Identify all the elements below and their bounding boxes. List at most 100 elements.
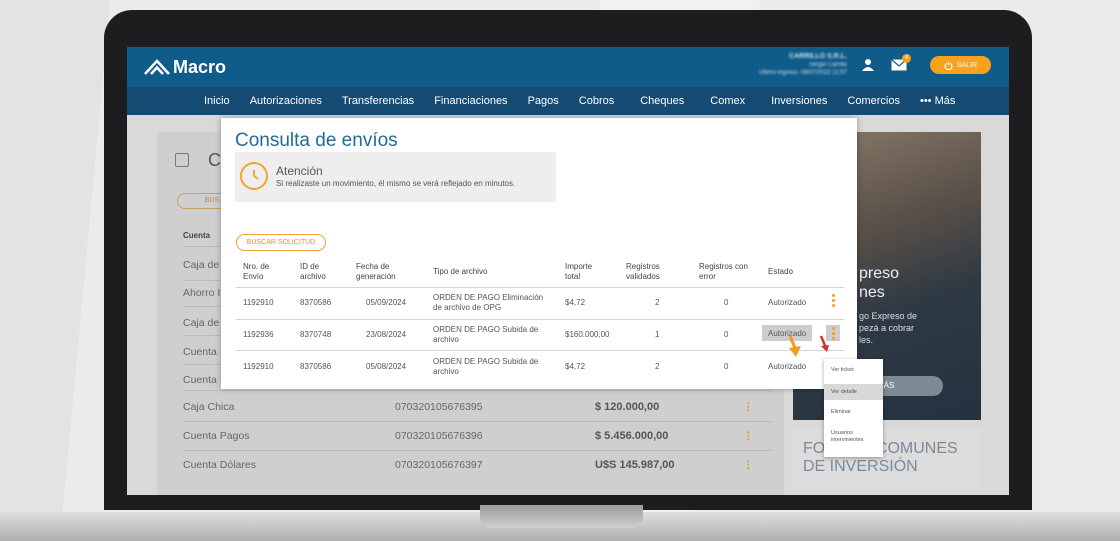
divider [183,450,773,451]
account-number: 070320105676395 [395,401,483,413]
nav-item-comex[interactable]: Comex [710,95,745,107]
user-subname: Sergio Carrillo [808,62,847,68]
account-name: Cuenta Dólares [183,459,256,471]
col-header-fecha: Fecha de generación [356,262,396,281]
menu-item-ver-ticket[interactable]: Ver ticket [824,367,883,374]
alert-box: Atención Si realizaste un movimiento, él… [235,152,556,202]
promo-text-line: go Expreso de [859,311,918,321]
nav-item-inversiones[interactable]: Inversiones [771,95,827,107]
kebab-menu-icon[interactable]: ⋮ [743,401,754,413]
promo-text-line: les. [859,335,874,345]
divider [236,319,844,320]
nav-item-autorizaciones[interactable]: Autorizaciones [250,95,322,107]
logo-text: Macro [173,56,227,77]
cell-nro: 1192936 [243,330,274,339]
macro-logo-icon [144,59,170,75]
kebab-menu-icon[interactable]: ⋮ [743,430,754,442]
arrow-head-icon [789,346,801,357]
logout-label: SALIR [956,61,978,69]
divider [183,421,773,422]
promo-title-line: nes [859,284,885,301]
cell-id: 8370586 [300,298,332,307]
col-header-id: ID de archivo [300,262,326,281]
nav-item-transferencias[interactable]: Transferencias [342,95,414,107]
promo-text-line: pezá a cobrar [859,323,915,333]
modal-title: Consulta de envíos [235,130,398,151]
document-icon [175,153,189,167]
cell-fecha: 05/09/2024 [366,298,407,307]
cell-errores: 0 [724,298,729,307]
buscar-solicitud-button[interactable]: BUSCAR SOLICITUD [236,234,326,251]
kebab-menu-icon[interactable]: ⋮ [743,459,754,471]
cell-id: 8370586 [300,362,332,371]
account-balance: $ 5.456.000,00 [595,430,669,442]
promo-text: go Expreso de pezá a cobrar les. [859,310,917,346]
col-header-tipo: Tipo de archivo [433,267,488,276]
cell-errores: 0 [724,330,729,339]
fondos-title-line: DE INVERSIÓN [803,458,918,475]
last-login: Último ingreso: 08/07/2022 11:57 [759,70,847,76]
nav-item-cheques[interactable]: Cheques [640,95,684,107]
kebab-menu-icon[interactable] [832,294,835,309]
fondos-comunes-card[interactable]: FONDOS COMUNES DE INVERSIÓN [793,428,981,488]
cell-nro: 1192910 [243,298,274,307]
arrow-down-icon [788,335,797,349]
row-context-menu: Ver ticket Ver detalle Eliminar Usuarios… [824,359,883,457]
laptop-screen-holder: Macro CARRILLO S.R.L. Sergio Carrillo Úl… [104,10,1032,510]
col-header-validados: Registros validados [626,262,660,281]
cell-errores: 0 [724,362,729,371]
clock-icon [240,162,268,190]
cell-tipo: ORDEN DE PAGO Eliminación de archivo de O… [433,293,544,312]
cell-estado: Autorizado [768,298,807,307]
cell-tipo: ORDEN DE PAGO Subida de archivo [433,325,539,344]
alert-text: Si realizaste un movimiento, él mismo se… [276,179,516,188]
nav-item-inicio[interactable]: Inicio [204,95,230,107]
cell-importe: $160.000,00 [565,330,610,339]
table-row[interactable]: Cuenta Dólares 070320105676397 U$S 145.9… [183,459,773,471]
account-name: Cuenta Pagos [183,430,250,442]
nav-item-mas[interactable]: ••• Más [920,95,955,107]
alert-title: Atención [276,164,323,178]
col-header-nro: Nro. de Envío [243,262,270,281]
nav-item-pagos[interactable]: Pagos [528,95,559,107]
browser-screen: Macro CARRILLO S.R.L. Sergio Carrillo Úl… [127,47,1009,495]
nav-item-financiaciones[interactable]: Financiaciones [434,95,507,107]
cell-tipo: ORDEN DE PAGO Subida de archivo [433,357,539,376]
account-number: 070320105676397 [395,459,483,471]
promo-title: preso nes [859,264,899,302]
envios-modal: Consulta de envíos Atención Si realizast… [221,118,857,389]
account-name: Caja Chica [183,401,235,413]
main-nav: Inicio Autorizaciones Transferencias Fin… [127,87,1009,115]
cell-importe: $4,72 [565,298,586,307]
table-row[interactable]: Caja Chica 070320105676395 $ 120.000,00 … [183,401,773,413]
top-bar: Macro CARRILLO S.R.L. Sergio Carrillo Úl… [127,47,1009,87]
account-number: 070320105676396 [395,430,483,442]
account-balance: $ 120.000,00 [595,401,660,413]
table-row[interactable]: Cuenta Pagos 070320105676396 $ 5.456.000… [183,430,773,442]
promo-title-line: preso [859,265,900,282]
col-header-errores: Registros con error [699,262,748,281]
red-arrow-head-icon [821,345,829,352]
logout-button[interactable]: SALIR [930,56,991,74]
cell-validados: 2 [655,298,660,307]
cell-fecha: 23/08/2024 [366,330,407,339]
divider [236,287,844,288]
account-balance: U$S 145.987,00 [595,459,675,471]
user-info: CARRILLO S.R.L. Sergio Carrillo Último i… [727,53,847,77]
nav-item-comercios[interactable]: Comercios [847,95,900,107]
laptop-notch [480,505,643,528]
user-name: CARRILLO S.R.L. [789,53,847,60]
divider [183,390,773,391]
menu-item-ver-detalle[interactable]: Ver detalle [824,384,883,400]
nav-item-cobros[interactable]: Cobros [579,95,614,107]
mail-count-badge: 4 [902,54,911,63]
user-icon[interactable] [861,58,875,72]
cell-validados: 2 [655,362,660,371]
macro-logo[interactable]: Macro [144,55,226,79]
menu-item-eliminar[interactable]: Eliminar [824,409,883,416]
menu-item-usuarios[interactable]: Usuarios intervinientes [824,430,883,444]
col-header-importe: Importe total [565,262,593,281]
col-header-estado: Estado [768,267,793,276]
cell-fecha: 05/08/2024 [366,362,407,371]
cell-validados: 1 [655,330,660,339]
